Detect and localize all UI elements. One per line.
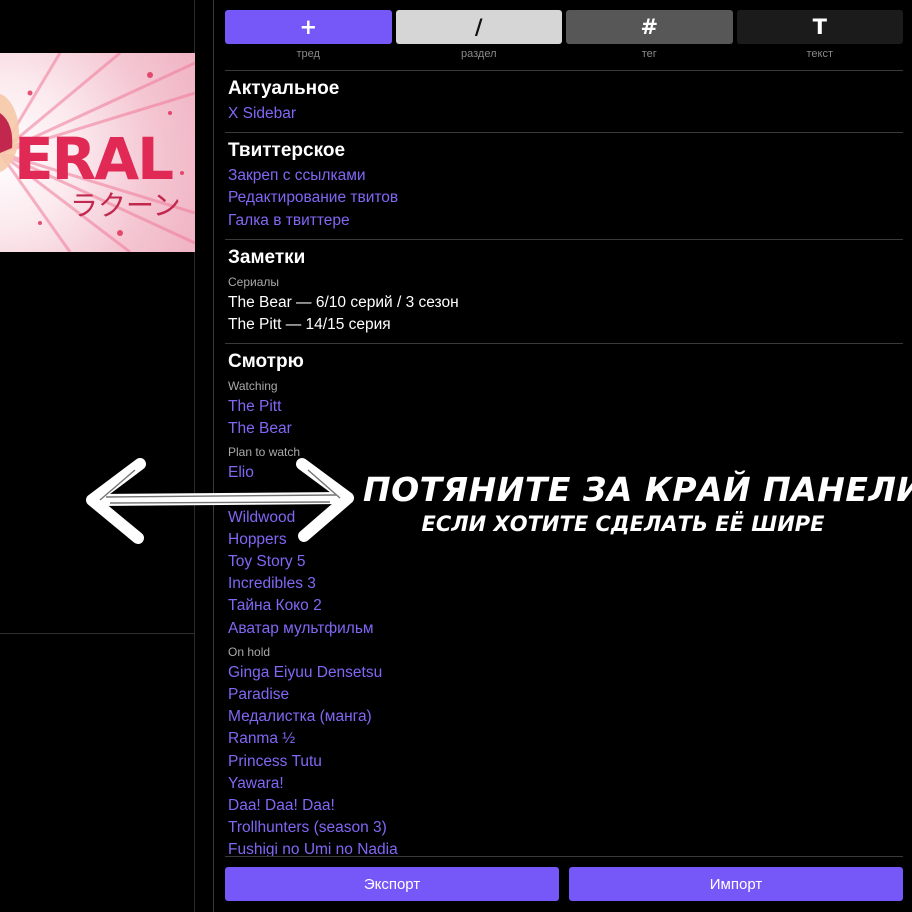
list-item-link[interactable]: Incredibles 3 (228, 573, 900, 595)
section-twitter: Твиттерское Закреп с ссылками Редактиров… (225, 132, 903, 239)
list-item-link[interactable]: Fushigi no Umi no Nadia (228, 839, 900, 856)
list-item-link[interactable]: Princess Tutu (228, 751, 900, 773)
list-item-link[interactable]: Yawara! (228, 773, 900, 795)
left-pane: ERAL ラクーン (0, 0, 195, 912)
action-bar: Экспорт Импорт (225, 856, 903, 912)
toolbar: + тред / раздел # тег T текст (225, 10, 903, 60)
banner-latin-text: ERAL (14, 125, 174, 193)
group-heading: On hold (228, 644, 271, 659)
section-watching: Смотрю Watching The Pitt The Bear Plan t… (225, 342, 903, 856)
tool-section: / раздел (395, 10, 562, 60)
group-heading: Plan to watch (228, 445, 301, 460)
group-heading: Watching (228, 378, 278, 393)
tool-tag: # тег (566, 10, 733, 60)
tool-section-label: раздел (460, 48, 497, 60)
add-text-button[interactable]: T (736, 10, 903, 44)
list-item-link[interactable]: Редактирование твитов (228, 187, 900, 209)
list-item-link[interactable]: Ranma ½ (228, 728, 900, 750)
list-item-link[interactable]: Hoppers (228, 529, 900, 551)
section-actual: Актуальное X Sidebar (225, 70, 903, 132)
import-button[interactable]: Импорт (569, 867, 903, 901)
list-item-link[interactable]: Тайна Коко 2 (228, 595, 900, 617)
list-item-link[interactable]: Wildwood (228, 507, 900, 529)
sidebar-panel: + тред / раздел # тег T текст Актуальное… (215, 0, 912, 912)
tool-text: T текст (736, 10, 903, 60)
list-item-link[interactable]: Аватар мультфильм (228, 618, 900, 640)
add-section-button[interactable]: / (395, 10, 562, 44)
notes-subheading: Сериалы (228, 274, 280, 289)
list-item-link[interactable]: X Sidebar (228, 103, 900, 125)
tool-text-label: текст (806, 48, 833, 60)
section-title: Твиттерское (228, 140, 346, 162)
list-item-link[interactable]: Paradise (228, 684, 900, 706)
add-thread-button[interactable]: + (225, 10, 392, 44)
list-item-link[interactable]: Trollhunters (season 3) (228, 817, 900, 839)
sections-list[interactable]: Актуальное X Sidebar Твиттерское Закреп … (225, 70, 903, 856)
list-item-link[interactable]: Галка в твиттере (228, 210, 900, 232)
list-item-link[interactable]: Toy Story 5 (228, 551, 900, 573)
panel-resize-handle[interactable] (196, 0, 214, 912)
list-item-link[interactable]: Медалистка (манга) (228, 706, 900, 728)
tool-tag-label: тег (641, 48, 657, 60)
banner-kana-text: ラクーン (70, 189, 181, 222)
list-item-link[interactable]: Ginga Eiyuu Densetsu (228, 662, 900, 684)
banner-image: ERAL ラクーン (0, 53, 195, 252)
list-item-link-obscured[interactable] (228, 484, 900, 506)
tool-thread: + тред (225, 10, 392, 60)
tool-thread-label: тред (296, 48, 320, 60)
list-item-link[interactable]: The Bear (228, 418, 900, 440)
add-tag-button[interactable]: # (566, 10, 733, 44)
note-line: The Bear — 6/10 серий / 3 сезон (228, 293, 459, 311)
list-item-link[interactable]: Закреп с ссылками (228, 165, 900, 187)
list-item-link[interactable]: The Pitt (228, 396, 900, 418)
section-title: Смотрю (228, 350, 304, 372)
export-button[interactable]: Экспорт (225, 867, 559, 901)
section-notes: Заметки Сериалы The Bear — 6/10 серий / … (225, 238, 903, 343)
section-title: Заметки (228, 246, 306, 268)
list-item-link[interactable]: Elio (228, 462, 900, 484)
section-title: Актуальное (228, 78, 340, 99)
left-divider (0, 633, 195, 634)
note-line: The Pitt — 14/15 серия (228, 315, 391, 333)
list-item-link[interactable]: Daa! Daa! Daa! (228, 795, 900, 817)
